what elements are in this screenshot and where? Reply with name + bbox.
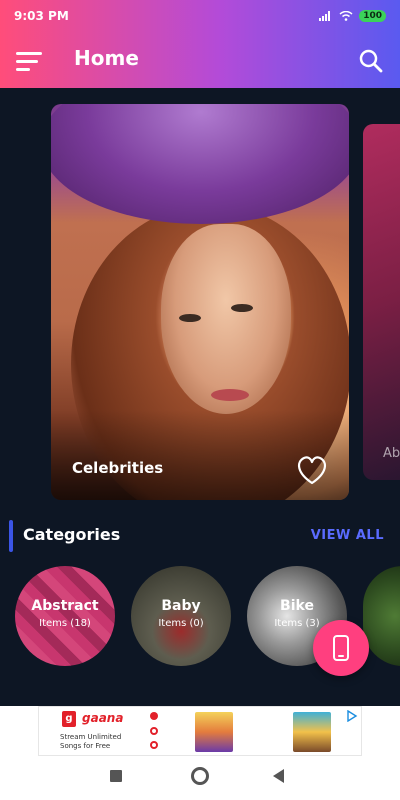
ad-dot-icon <box>150 727 158 735</box>
adchoices-icon[interactable] <box>346 710 358 722</box>
portrait-eye-right <box>231 304 253 312</box>
status-icons: 100 <box>319 10 386 22</box>
home-icon[interactable] <box>191 767 209 785</box>
category-name: Bike <box>280 598 314 614</box>
system-nav-bar <box>0 756 400 800</box>
section-accent-bar <box>9 520 13 552</box>
back-icon[interactable] <box>273 769 284 783</box>
category-name: Abstract <box>31 598 99 614</box>
page-title: Home <box>74 46 139 70</box>
ad-thumbnail-2 <box>293 712 331 752</box>
ad-dot-icon <box>150 712 158 720</box>
status-time: 9:03 PM <box>14 9 69 23</box>
category-baby[interactable]: Baby Items (0) <box>131 566 231 666</box>
featured-card-celebrities[interactable]: Celebrities <box>51 104 349 500</box>
app-header: 9:03 PM 100 Home <box>0 0 400 88</box>
heart-icon[interactable] <box>295 454 329 486</box>
categories-title: Categories <box>23 525 121 544</box>
wifi-icon <box>339 11 353 21</box>
ad-line-1: Stream Unlimited <box>60 733 122 741</box>
signal-icon <box>319 11 331 21</box>
ad-line-2: Songs for Free <box>60 742 111 750</box>
ad-thumbnail-1 <box>195 712 233 752</box>
search-icon[interactable] <box>358 48 384 74</box>
category-name: Baby <box>161 598 201 614</box>
category-count: Items (0) <box>158 618 204 629</box>
recents-icon[interactable] <box>110 770 122 782</box>
category-abstract[interactable]: Abstract Items (18) <box>15 566 115 666</box>
ad-brand: gaana <box>82 711 124 725</box>
portrait-lips <box>211 389 249 401</box>
featured-card-next[interactable]: Ab <box>363 124 400 480</box>
view-all-link[interactable]: VIEW ALL <box>311 528 384 543</box>
ad-dot-icon <box>150 741 158 749</box>
battery-icon: 100 <box>359 10 386 22</box>
phone-icon <box>333 635 349 661</box>
featured-card-next-label: Ab <box>383 446 400 461</box>
ad-banner[interactable]: g gaana Stream Unlimited Songs for Free <box>0 706 400 756</box>
category-count: Items (18) <box>39 618 91 629</box>
phone-fab-button[interactable] <box>313 620 369 676</box>
menu-icon[interactable] <box>16 52 42 72</box>
featured-card-label: Celebrities <box>72 459 164 477</box>
gaana-logo-icon: g <box>62 711 76 727</box>
status-bar: 9:03 PM 100 <box>0 0 400 32</box>
portrait-hat <box>51 104 349 224</box>
portrait-eye-left <box>179 314 201 322</box>
